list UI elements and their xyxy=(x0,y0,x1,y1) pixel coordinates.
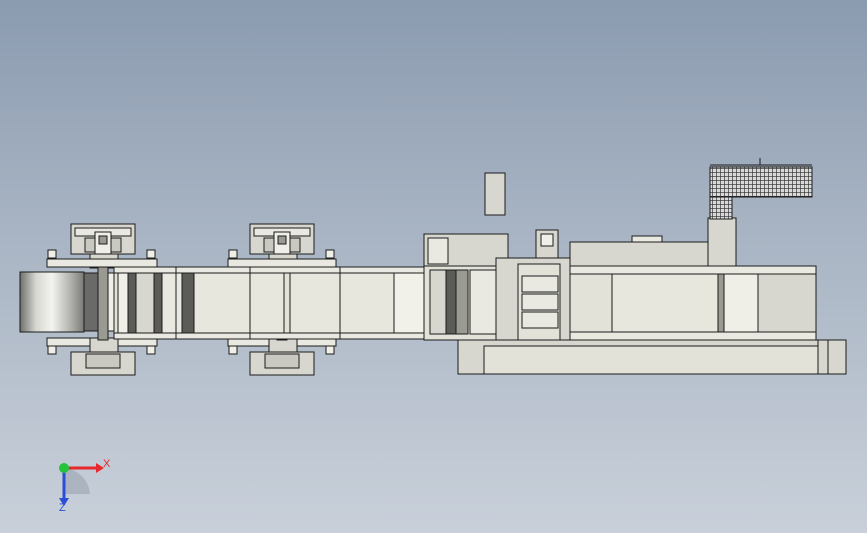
x-axis-label: X xyxy=(103,458,111,470)
cutting-unit xyxy=(423,172,509,341)
roll-forming-conveyor xyxy=(113,266,425,340)
mesh-guard-panel xyxy=(709,158,813,220)
main-machine-body xyxy=(569,217,817,341)
coordinate-triad xyxy=(59,463,104,506)
cad-viewport[interactable]: X Z xyxy=(0,0,867,533)
machine-assembly-drawing xyxy=(19,158,847,506)
base-frame xyxy=(457,339,847,375)
z-axis-label: Z xyxy=(59,502,66,514)
